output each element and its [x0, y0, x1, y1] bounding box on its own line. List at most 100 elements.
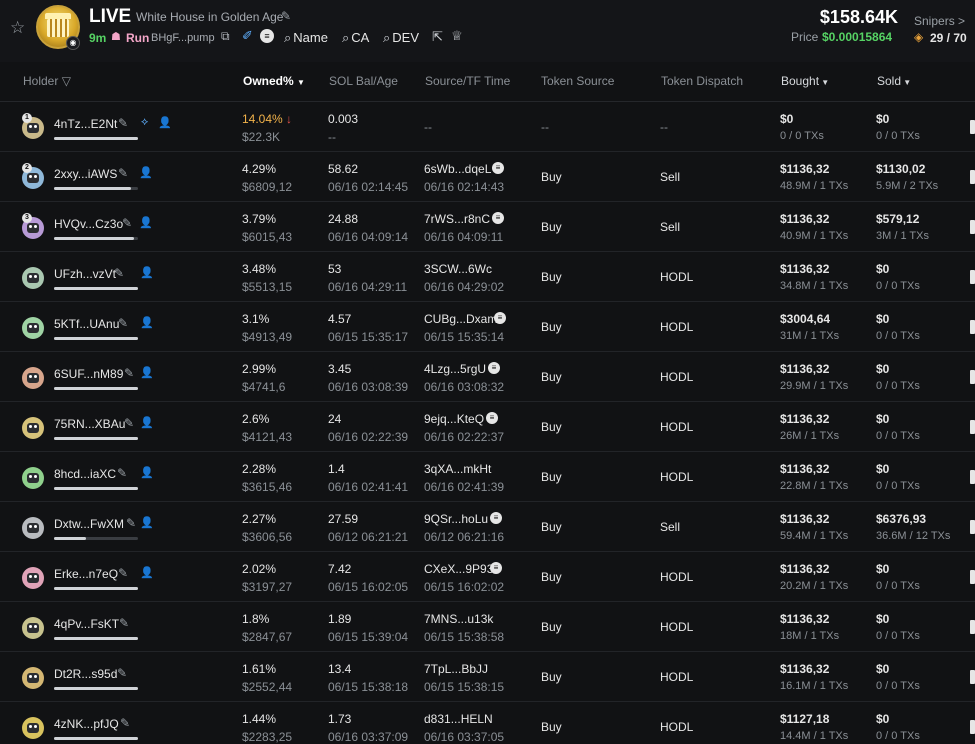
list-icon[interactable]: ≡ — [260, 29, 274, 43]
row-action-edge[interactable] — [970, 220, 975, 234]
table-row[interactable]: Erke...n7eQ ✎ 👤 2.02% $3197,27 7.42 06/15 16:0… — [0, 552, 975, 602]
sold-amount: $0 — [876, 312, 890, 326]
table-row[interactable]: UFzh...vzVt ✎ 👤 3.48% $5513,15 53 06/16 04:29:… — [0, 252, 975, 302]
pencil-icon[interactable]: ✎ — [122, 216, 132, 230]
caret-down-icon: ▼ — [297, 78, 305, 87]
pencil-icon[interactable]: ✎ — [124, 366, 134, 380]
holder-address[interactable]: 2xxy...iAWS — [54, 167, 117, 181]
row-action-edge[interactable] — [970, 120, 975, 134]
sold-amount: $0 — [876, 562, 890, 576]
token-dispatch: HODL — [660, 470, 694, 484]
table-row[interactable]: 2 2xxy...iAWS ✎ 👤 4.29% $6809,12 58.62 06/16 02… — [0, 152, 975, 202]
search-ca-button[interactable]: ⌕ CA — [342, 30, 369, 46]
row-action-edge[interactable] — [970, 470, 975, 484]
source-address[interactable]: 4Lzg...5rgU — [424, 362, 486, 376]
pencil-icon[interactable]: ✎ — [117, 466, 127, 480]
row-action-edge[interactable] — [970, 170, 975, 184]
sol-balance: 27.59 — [328, 512, 359, 526]
column-source[interactable]: Source/TF Time — [425, 74, 510, 88]
copy-icon[interactable]: ⧉ — [221, 29, 230, 44]
row-action-edge[interactable] — [970, 620, 975, 634]
row-action-edge[interactable] — [970, 670, 975, 684]
column-sold[interactable]: Sold ▼ — [877, 74, 911, 88]
holder-address[interactable]: 5KTf...UAnu — [54, 317, 119, 331]
holder-address[interactable]: Erke...n7eQ — [54, 567, 118, 581]
holder-address[interactable]: HVQv...Cz3o — [54, 217, 123, 231]
table-row[interactable]: 5KTf...UAnu ✎ 👤 3.1% $4913,49 4.57 06/15 15:35… — [0, 302, 975, 352]
holder-address[interactable]: 4qPv...FsKT — [54, 617, 119, 631]
column-token-source[interactable]: Token Source — [541, 74, 614, 88]
table-row[interactable]: 75RN...XBAu ✎ 👤 2.6% $4121,43 24 06/16 02:22:3… — [0, 402, 975, 452]
token-dispatch: HODL — [660, 370, 694, 384]
pencil-icon[interactable]: ✎ — [120, 716, 130, 730]
table-row[interactable]: 8hcd...iaXC ✎ 👤 2.28% $3615,46 1.4 06/16 02:41… — [0, 452, 975, 502]
table-header: Holder ▽ Owned% ▼ SOL Bal/Age Source/TF … — [0, 62, 975, 102]
table-row[interactable]: 3 HVQv...Cz3o ✎ 👤 3.79% $6015,43 24.88 06/16 04… — [0, 202, 975, 252]
holder-address[interactable]: 8hcd...iaXC — [54, 467, 116, 481]
column-holder[interactable]: Holder ▽ — [23, 74, 71, 88]
row-action-edge[interactable] — [970, 270, 975, 284]
source-address[interactable]: 9QSr...hoLu — [424, 512, 488, 526]
source-address[interactable]: d831...HELN — [424, 712, 493, 726]
pencil-icon[interactable]: ✎ — [281, 9, 291, 23]
list-icon: ≡ — [492, 162, 504, 174]
pencil-icon[interactable]: ✎ — [118, 566, 128, 580]
holder-address[interactable]: Dxtw...FwXM — [54, 517, 124, 531]
column-sol-bal[interactable]: SOL Bal/Age — [329, 74, 398, 88]
row-action-edge[interactable] — [970, 320, 975, 334]
pencil-icon[interactable]: ✎ — [117, 666, 127, 680]
row-action-edge[interactable] — [970, 520, 975, 534]
source-address[interactable]: 6sWb...dqeL — [424, 162, 491, 176]
pencil-icon[interactable]: ✎ — [126, 516, 136, 530]
pencil-icon[interactable]: ✎ — [124, 416, 134, 430]
pencil-icon[interactable]: ✎ — [118, 116, 128, 130]
table-row[interactable]: 1 4nTz...E2Nt ✎ ⟡ 👤 14.04% ↓ $22.3K 0.003 -- -- --… — [0, 102, 975, 152]
sol-balance: 1.73 — [328, 712, 352, 726]
column-owned[interactable]: Owned% ▼ — [243, 74, 305, 88]
person-icon: 👤 — [139, 167, 153, 179]
source-address[interactable]: 3SCW...6Wc — [424, 262, 492, 276]
pencil-icon[interactable]: ✎ — [118, 166, 128, 180]
source-address[interactable]: 9ejq...KteQ — [424, 412, 484, 426]
row-action-edge[interactable] — [970, 570, 975, 584]
holder-address[interactable]: 4zNK...pfJQ — [54, 717, 119, 731]
star-icon[interactable]: ☆ — [10, 18, 25, 38]
quill-icon[interactable]: ✐ — [242, 28, 253, 44]
holder-address[interactable]: 6SUF...nM89 — [54, 367, 123, 381]
row-action-edge[interactable] — [970, 420, 975, 434]
source-address[interactable]: CXeX...9P93 — [424, 562, 493, 576]
wallet-age: 06/16 03:37:09 — [328, 730, 409, 744]
pencil-icon[interactable]: ✎ — [119, 616, 129, 630]
table-row[interactable]: Dt2R...s95d ✎ 1.61% $2552,44 13.4 06/15 15:38… — [0, 652, 975, 702]
column-token-dispatch[interactable]: Token Dispatch — [661, 74, 743, 88]
table-row[interactable]: 4zNK...pfJQ ✎ 1.44% $2283,25 1.73 06/16 03:37… — [0, 702, 975, 744]
source-address[interactable]: 7rWS...r8nC — [424, 212, 490, 226]
column-bought[interactable]: Bought ▼ — [781, 74, 829, 88]
holder-address[interactable]: 4nTz...E2Nt — [54, 117, 117, 131]
pencil-icon[interactable]: ✎ — [118, 316, 128, 330]
token-name: White House in Golden Age — [136, 10, 284, 24]
sol-balance: 4.57 — [328, 312, 352, 326]
snipers-link[interactable]: Snipers > — [914, 14, 965, 28]
filter-icon[interactable]: ▽ — [62, 74, 71, 88]
holder-address[interactable]: Dt2R...s95d — [54, 667, 117, 681]
holding-bar — [54, 687, 138, 690]
row-action-edge[interactable] — [970, 370, 975, 384]
holder-address[interactable]: 75RN...XBAu — [54, 417, 125, 431]
holder-address[interactable]: UFzh...vzVt — [54, 267, 116, 281]
table-row[interactable]: 6SUF...nM89 ✎ 👤 2.99% $4741,6 3.45 06/16 03:08… — [0, 352, 975, 402]
external-link-icon[interactable]: ⇱ — [432, 29, 443, 45]
source-address[interactable]: CUBg...Dxam — [424, 312, 497, 326]
search-name-button[interactable]: ⌕ Name — [284, 30, 328, 46]
table-row[interactable]: 4qPv...FsKT ✎ 1.8% $2847,67 1.89 06/15 15:39:… — [0, 602, 975, 652]
bought-amount: $1136,32 — [780, 262, 830, 276]
source-address[interactable]: 7TpL...BbJJ — [424, 662, 488, 676]
crown-icon[interactable]: ♕ — [451, 28, 463, 44]
sol-balance: 3.45 — [328, 362, 352, 376]
pencil-icon[interactable]: ✎ — [114, 266, 124, 280]
source-address[interactable]: 7MNS...u13k — [424, 612, 493, 626]
search-dev-button[interactable]: ⌕ DEV — [383, 30, 419, 46]
source-address[interactable]: 3qXA...mkHt — [424, 462, 491, 476]
table-row[interactable]: Dxtw...FwXM ✎ 👤 2.27% $3606,56 27.59 06/12 06:… — [0, 502, 975, 552]
row-action-edge[interactable] — [970, 720, 975, 734]
